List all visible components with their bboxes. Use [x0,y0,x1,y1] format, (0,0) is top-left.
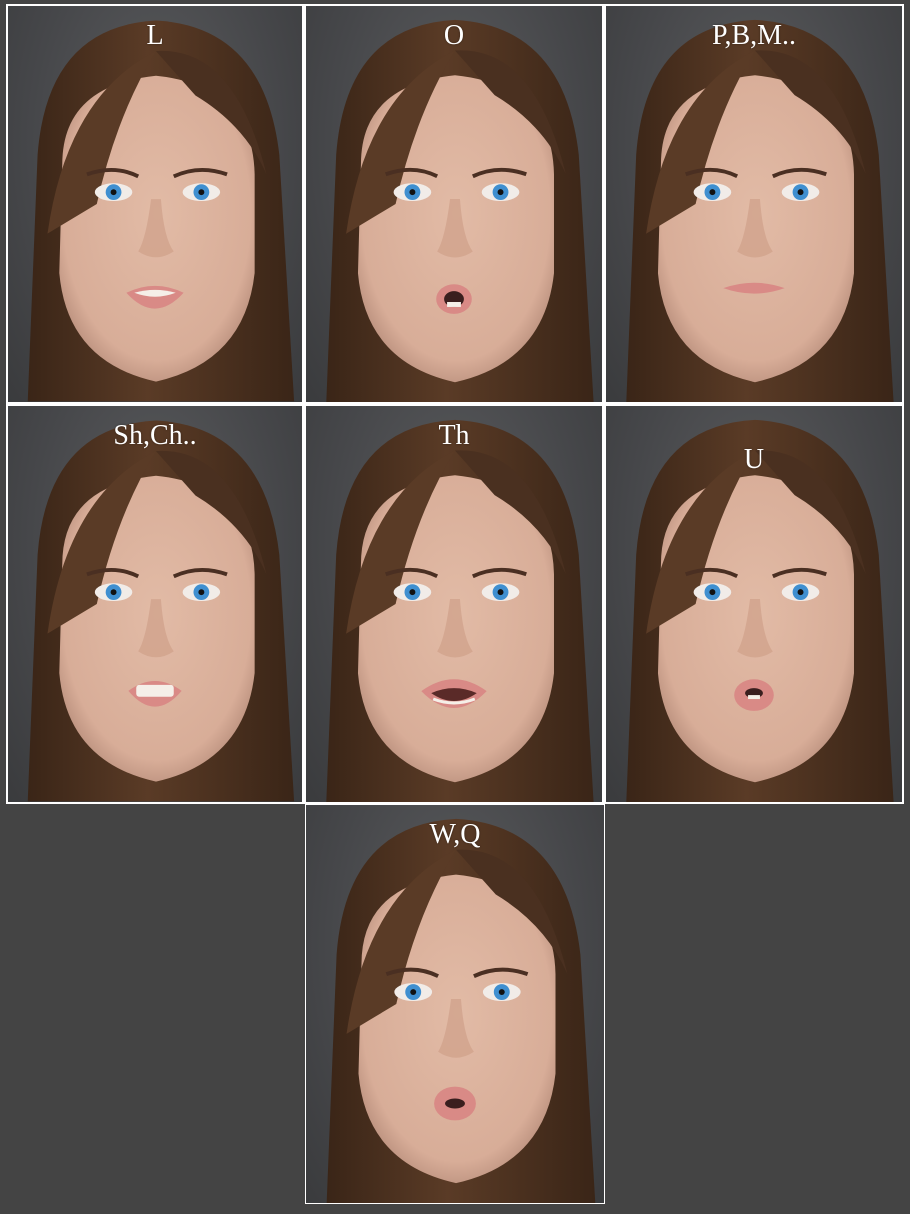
face-render-o [326,19,594,402]
viseme-panel-shch: Sh,Ch.. [6,404,304,804]
viseme-panel-th: Th [304,404,604,804]
viseme-label-shch: Sh,Ch.. [113,420,197,451]
face-render-pbm [626,19,894,402]
viseme-panel-o: O [304,4,604,404]
viseme-panel-wq: W,Q [305,804,605,1204]
viseme-label-l: L [146,20,164,51]
viseme-panel-u: U [604,404,904,804]
face-render-wq [326,818,596,1203]
viseme-label-u: U [743,444,765,475]
viseme-panel-l: L [6,4,304,404]
face-render-th [326,419,594,802]
viseme-panel-pbm: P,B,M.. [604,4,904,404]
face-render-l [27,20,295,402]
viseme-label-o: O [443,20,465,51]
viseme-label-th: Th [438,420,470,451]
viseme-label-pbm: P,B,M.. [711,20,797,51]
face-render-shch [27,420,295,802]
viseme-label-wq: W,Q [429,819,481,850]
